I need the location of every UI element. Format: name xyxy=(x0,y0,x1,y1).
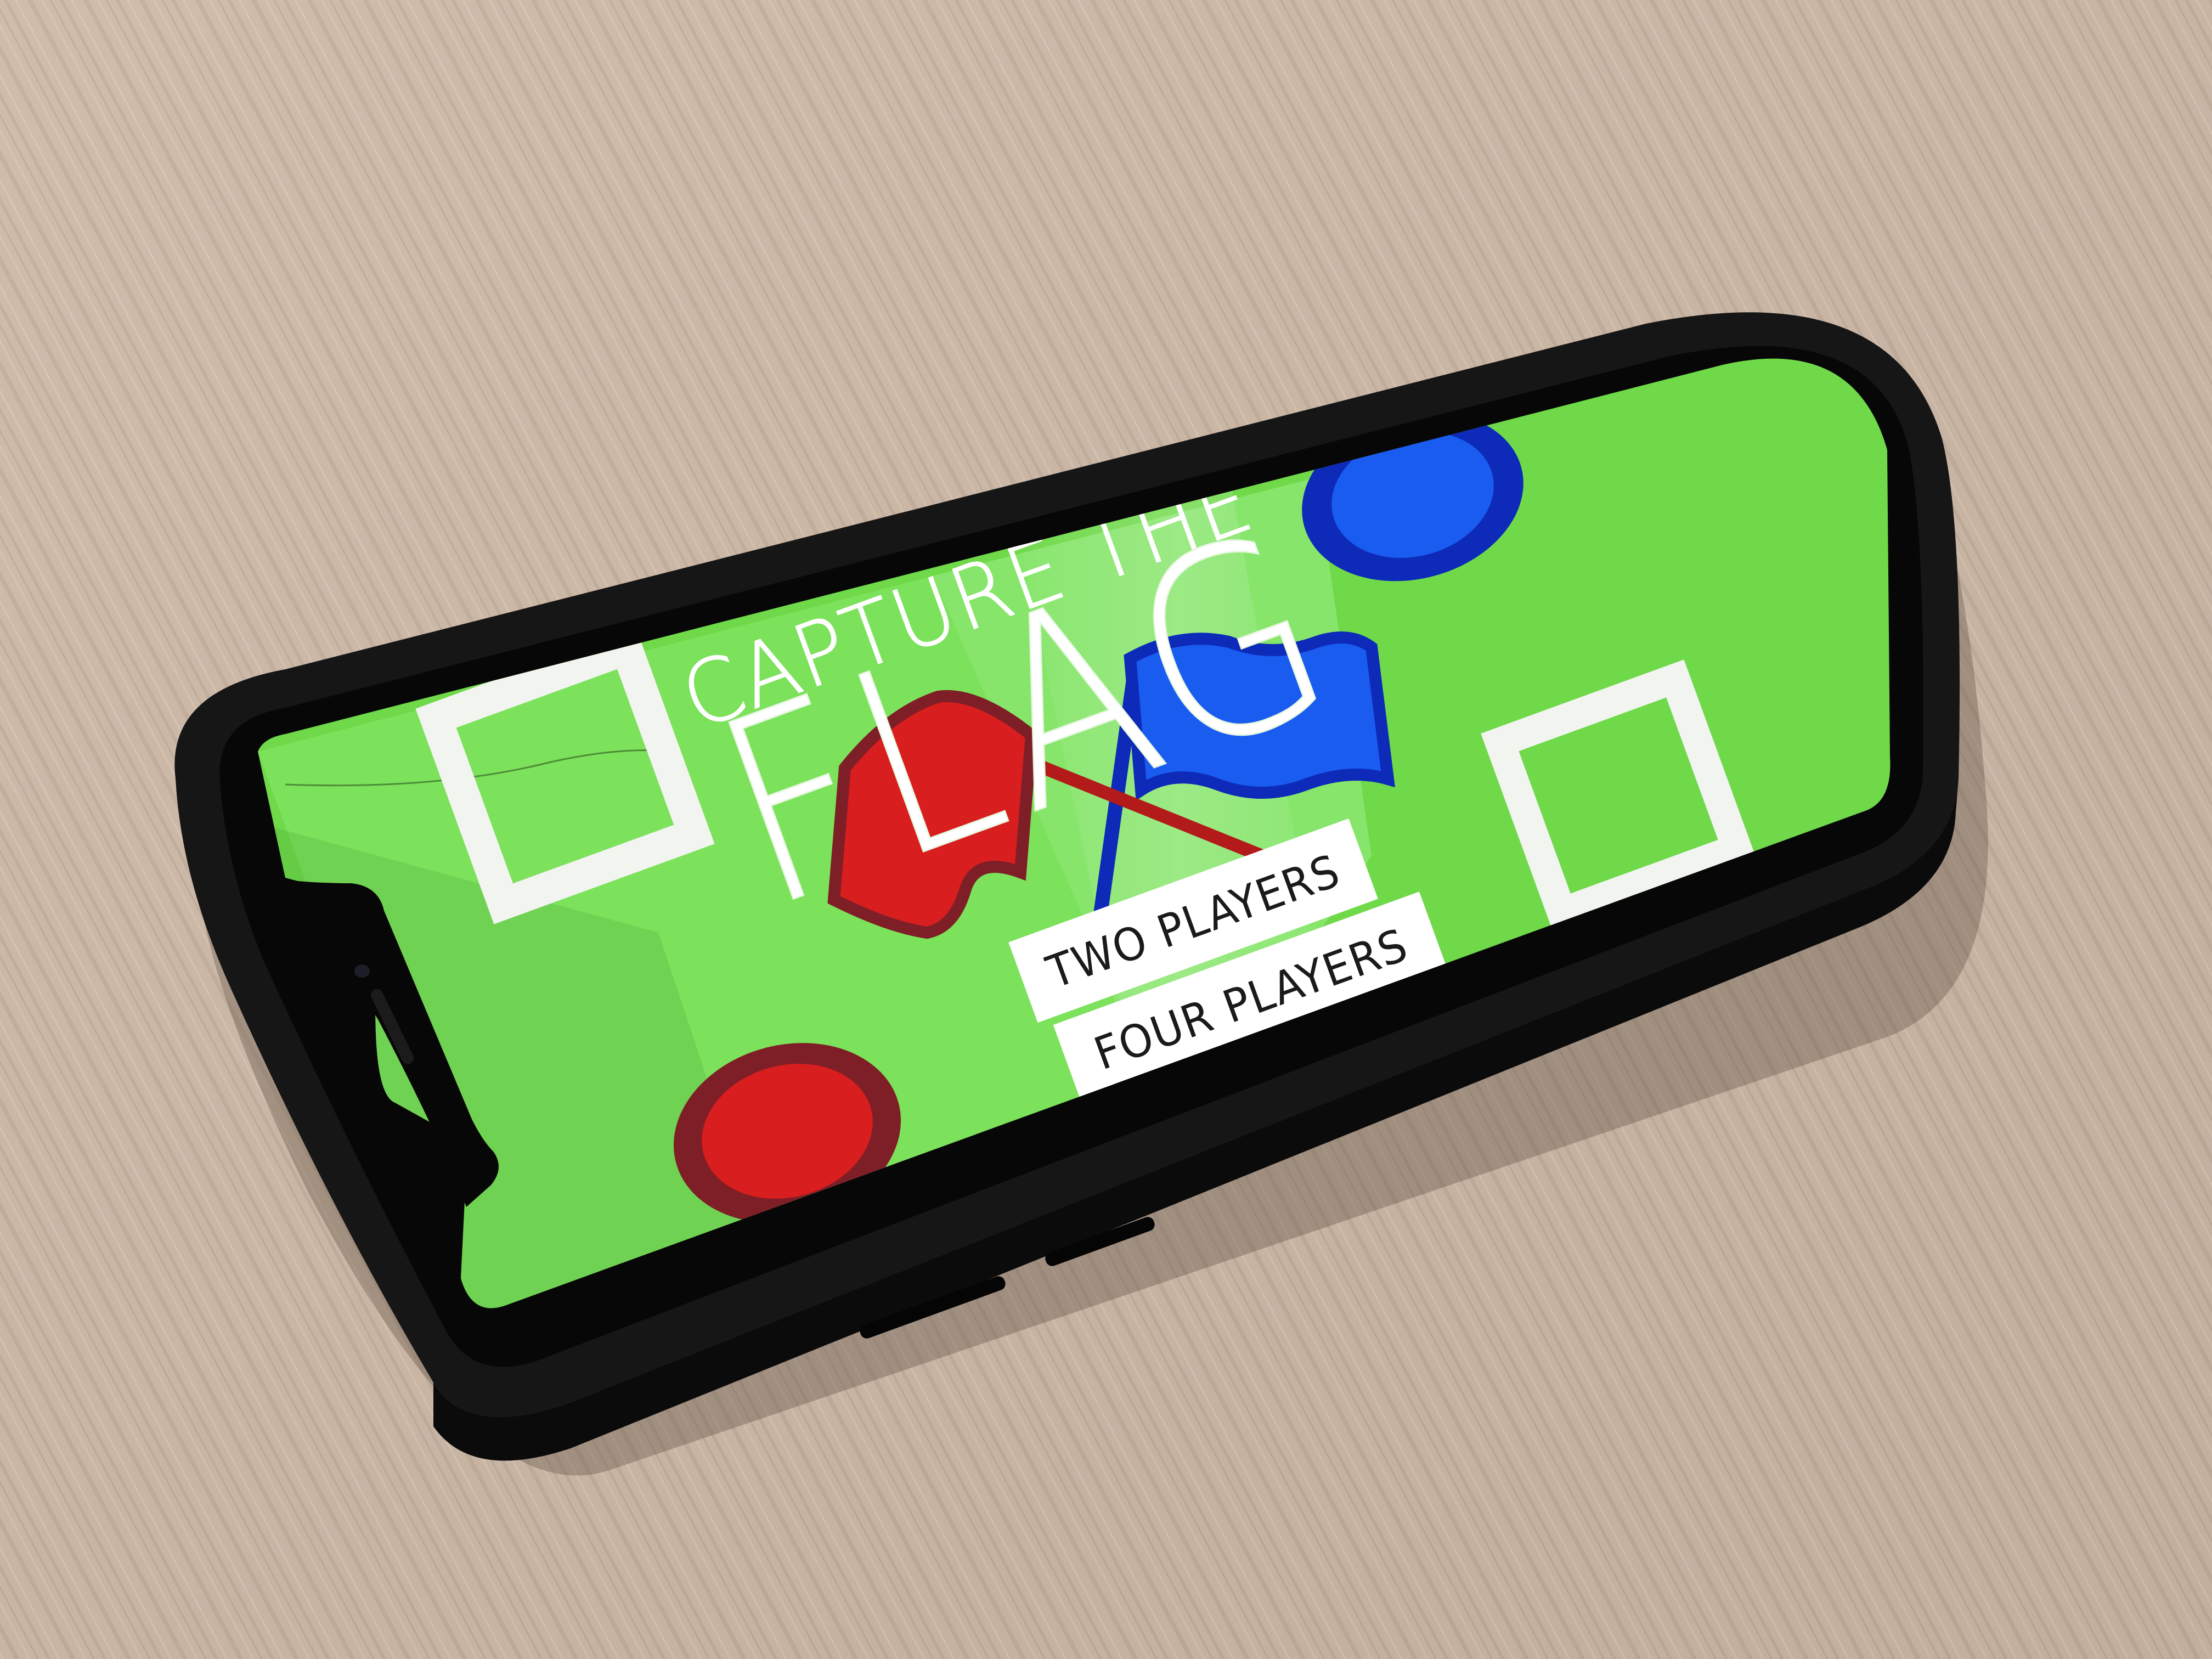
photo-scene: CAPTURE THE FLAG TWO PLAYERS FOUR PLAYER… xyxy=(0,0,2212,1659)
front-camera xyxy=(354,964,370,978)
